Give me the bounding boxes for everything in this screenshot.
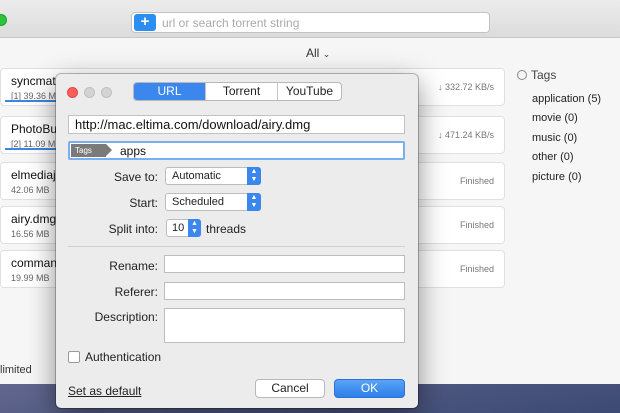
separator — [68, 246, 405, 247]
filter-dropdown[interactable]: All ⌄ — [306, 46, 330, 60]
referer-input[interactable] — [164, 282, 405, 300]
maximize-button[interactable] — [0, 14, 7, 26]
tag-item-movie[interactable]: movie (0) — [532, 112, 578, 124]
speed-limit-label: limited — [0, 364, 32, 376]
tags-chip: Tags — [71, 144, 112, 157]
download-url-input[interactable] — [68, 115, 405, 134]
tags-header: Tags — [517, 68, 557, 82]
tab-youtube[interactable]: YouTube — [278, 83, 341, 100]
updown-icon: ▲ ▼ — [247, 167, 261, 185]
close-button[interactable] — [67, 87, 78, 98]
add-download-dialog: URL Torrent YouTube Tags apps Save to: A… — [56, 74, 418, 408]
tags-title: Tags — [531, 68, 557, 82]
rename-input[interactable] — [164, 255, 405, 273]
split-value: 10 — [172, 222, 185, 234]
tags-value: apps — [120, 144, 147, 158]
search-input[interactable] — [162, 15, 482, 30]
tag-item-music[interactable]: music (0) — [532, 132, 577, 144]
titlebar: + — [0, 0, 620, 38]
download-status: ↓ 332.72 KB/s — [437, 82, 494, 92]
tab-torrent[interactable]: Torrent — [206, 83, 278, 100]
ok-button[interactable]: OK — [334, 379, 405, 398]
download-meta: 16.56 MB — [11, 229, 50, 239]
start-value: Scheduled — [172, 196, 224, 208]
download-meta: 42.06 MB — [11, 185, 50, 195]
rename-label: Rename: — [109, 259, 158, 273]
authentication-checkbox[interactable] — [68, 351, 80, 363]
download-status: Finished — [459, 176, 494, 186]
minimize-button — [84, 87, 95, 98]
description-input[interactable] — [164, 308, 405, 343]
download-status: ↓ 471.24 KB/s — [437, 130, 494, 140]
start-label: Start: — [129, 196, 158, 210]
download-name: PhotoBul — [11, 122, 60, 136]
threads-label: threads — [206, 222, 247, 236]
description-label: Description: — [94, 310, 158, 324]
save-to-value: Automatic — [172, 170, 221, 182]
url-bar: + — [131, 12, 490, 33]
chevron-down-icon: ⌄ — [322, 49, 331, 59]
download-name: elmediaj — [11, 168, 56, 182]
source-tabs: URL Torrent YouTube — [133, 82, 342, 101]
updown-icon: ▲ ▼ — [247, 193, 261, 211]
download-name: airy.dmg — [11, 212, 57, 226]
updown-icon: ▲ ▼ — [188, 219, 201, 237]
download-status: Finished — [459, 220, 494, 230]
download-status: Finished — [459, 264, 494, 274]
save-to-select[interactable]: Automatic ▲ ▼ — [165, 167, 261, 185]
tags-input[interactable]: Tags apps — [68, 141, 405, 160]
tag-item-application[interactable]: application (5) — [532, 93, 601, 105]
tag-item-picture[interactable]: picture (0) — [532, 171, 582, 183]
tab-url[interactable]: URL — [134, 83, 206, 100]
split-label: Split into: — [108, 222, 158, 236]
start-select[interactable]: Scheduled ▲ ▼ — [165, 193, 261, 211]
filter-label: All — [306, 46, 320, 60]
tag-circle-icon — [517, 70, 527, 80]
download-name: syncmat — [11, 74, 56, 88]
save-to-label: Save to: — [113, 170, 158, 184]
cancel-button[interactable]: Cancel — [255, 379, 325, 398]
split-threads-stepper[interactable]: 10 ▲ ▼ — [166, 219, 201, 237]
zoom-button — [101, 87, 112, 98]
tag-item-other[interactable]: other (0) — [532, 151, 574, 163]
referer-label: Referer: — [114, 285, 158, 299]
add-download-button[interactable]: + — [134, 14, 156, 31]
download-meta: 19.99 MB — [11, 273, 50, 283]
authentication-label: Authentication — [85, 350, 162, 364]
set-as-default-link[interactable]: Set as default — [68, 384, 141, 398]
download-name: comman — [11, 256, 58, 270]
